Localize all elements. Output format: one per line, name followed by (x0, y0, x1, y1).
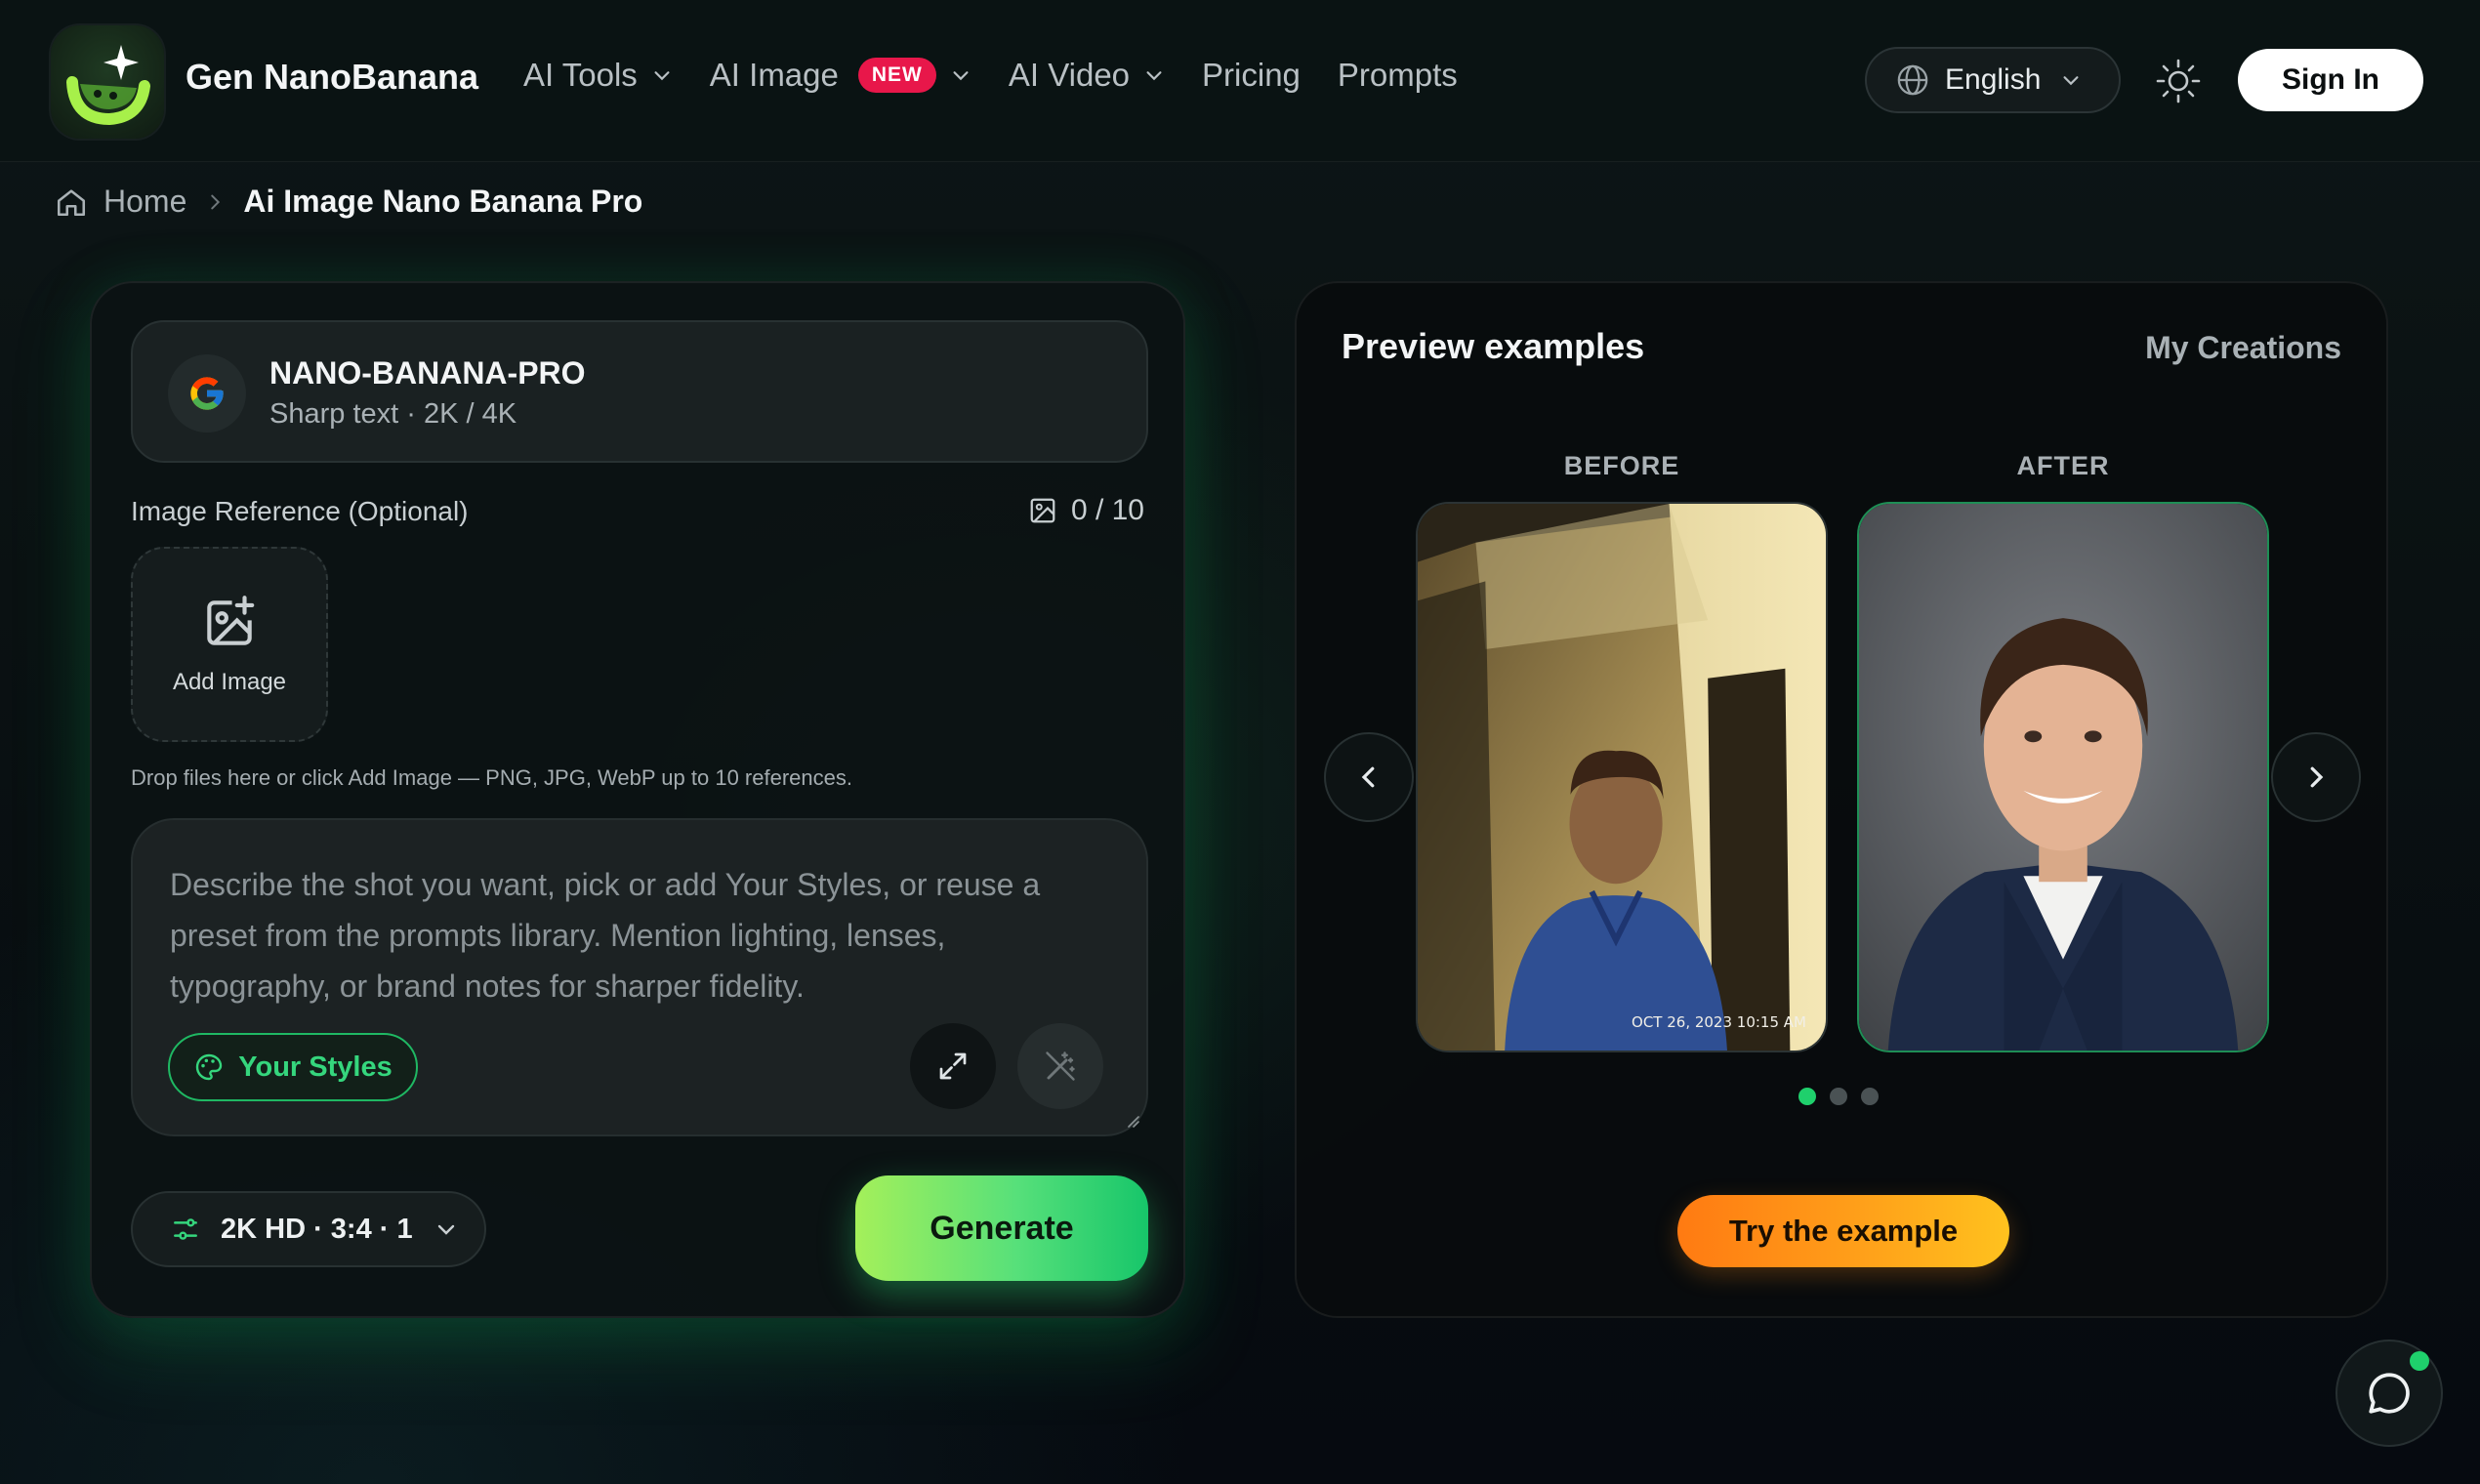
carousel-dot[interactable] (1798, 1088, 1816, 1105)
carousel-next-button[interactable] (2271, 732, 2361, 822)
output-settings-label: 2K HD · 3:4 · 1 (221, 1213, 413, 1245)
try-example-button[interactable]: Try the example (1677, 1195, 2009, 1267)
generator-panel: NANO-BANANA-PRO Sharp text · 2K / 4K Ima… (90, 281, 1185, 1318)
drop-hint: Drop files here or click Add Image — PNG… (131, 765, 852, 790)
nav-ai-tools[interactable]: AI Tools (523, 57, 673, 94)
nav-ai-video-label: AI Video (1008, 57, 1131, 93)
image-icon (1030, 498, 1055, 523)
nav-ai-image-label: AI Image (709, 57, 839, 93)
sliders-icon (174, 1218, 197, 1240)
before-photo: OCT 26, 2023 10:15 AM (1416, 502, 1828, 1052)
resize-handle-icon[interactable] (1123, 1111, 1140, 1129)
photo-timestamp: OCT 26, 2023 10:15 AM (1632, 1013, 1806, 1031)
model-subtitle: Sharp text · 2K / 4K (269, 398, 517, 430)
palette-icon (196, 1053, 223, 1081)
brand-name[interactable]: Gen NanoBanana (186, 57, 478, 98)
reference-count: 0 / 10 (1070, 494, 1144, 526)
carousel-dots (1798, 1088, 1892, 1105)
add-image-button[interactable]: Add Image (131, 547, 328, 742)
language-label: English (1945, 63, 2042, 96)
your-styles-button[interactable]: Your Styles (168, 1033, 418, 1101)
globe-icon (1897, 64, 1928, 96)
add-image-label: Add Image (172, 669, 287, 695)
new-badge: NEW (857, 58, 936, 93)
reference-counter: 0 / 10 (1028, 494, 1144, 527)
expand-icon[interactable] (910, 1023, 996, 1109)
home-icon[interactable] (55, 186, 88, 219)
carousel-prev-button[interactable] (1324, 732, 1414, 822)
nav-ai-tools-label: AI Tools (523, 57, 638, 93)
breadcrumb: Home Ai Image Nano Banana Pro (55, 184, 642, 220)
chevron-down-icon (437, 1224, 454, 1235)
chevron-down-icon (953, 71, 969, 81)
theme-toggle-sun-icon[interactable] (2154, 57, 2203, 105)
model-selector-card[interactable]: NANO-BANANA-PRO Sharp text · 2K / 4K (131, 320, 1148, 463)
nav-ai-image[interactable]: AI Image NEW (710, 57, 971, 94)
before-label: BEFORE (1563, 451, 1680, 480)
image-reference-label: Image Reference (Optional) (131, 496, 469, 526)
chevron-down-icon (654, 71, 670, 81)
prompt-textarea[interactable]: Describe the shot you want, pick or add … (131, 818, 1148, 1136)
chevron-right-icon (211, 194, 221, 209)
nav-pricing-label: Pricing (1202, 57, 1301, 93)
brand-logo-icon[interactable] (51, 25, 164, 139)
generate-button[interactable]: Generate (855, 1175, 1148, 1281)
main-nav: AI Tools AI Image NEW AI Video Pricing P… (523, 57, 1495, 94)
image-plus-icon (207, 596, 255, 645)
google-g-icon (168, 354, 246, 433)
top-navbar: Gen NanoBanana AI Tools AI Image NEW AI … (0, 0, 2480, 162)
carousel-dot[interactable] (1830, 1088, 1847, 1105)
chat-bubble-icon (2369, 1373, 2410, 1414)
online-status-dot (2410, 1351, 2429, 1371)
breadcrumb-home-link[interactable]: Home (103, 184, 186, 220)
preview-panel: Preview examples My Creations BEFORE AFT… (1295, 281, 2388, 1318)
sign-in-button[interactable]: Sign In (2238, 49, 2423, 111)
output-settings-dropdown[interactable]: 2K HD · 3:4 · 1 (131, 1191, 486, 1267)
chat-support-button[interactable] (2335, 1340, 2443, 1447)
chevron-down-icon (2063, 76, 2079, 86)
preview-title: Preview examples (1342, 326, 1645, 366)
nav-ai-video[interactable]: AI Video (1009, 57, 1165, 94)
my-creations-tab[interactable]: My Creations (2145, 330, 2341, 366)
nav-prompts-label: Prompts (1337, 57, 1458, 93)
nav-pricing[interactable]: Pricing (1202, 57, 1301, 94)
your-styles-label: Your Styles (238, 1051, 393, 1083)
breadcrumb-current: Ai Image Nano Banana Pro (243, 184, 643, 219)
carousel-dot[interactable] (1861, 1088, 1879, 1105)
nav-prompts[interactable]: Prompts (1338, 57, 1458, 94)
chevron-right-icon (2310, 766, 2324, 788)
prompt-placeholder[interactable]: Describe the shot you want, pick or add … (170, 859, 1107, 1011)
chevron-left-icon (1361, 766, 1375, 788)
chevron-down-icon (1146, 71, 1162, 81)
after-photo (1857, 502, 2269, 1052)
magic-wand-icon[interactable] (1017, 1023, 1103, 1109)
language-selector[interactable]: English (1865, 47, 2121, 113)
model-name: NANO-BANANA-PRO (269, 355, 586, 391)
after-label: AFTER (2016, 451, 2110, 480)
